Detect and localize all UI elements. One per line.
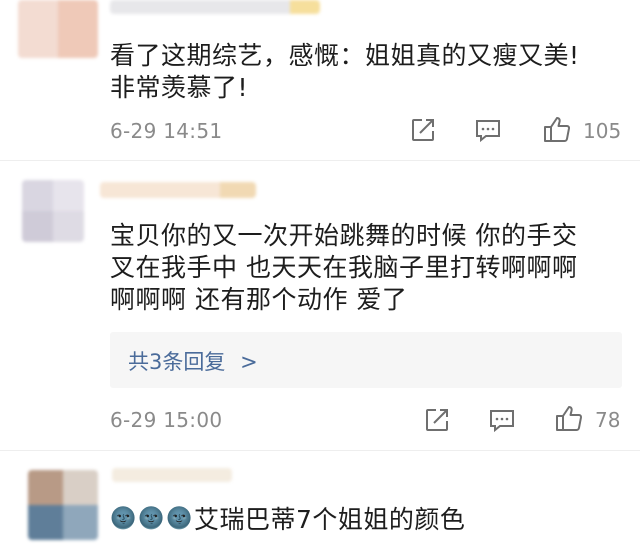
like-count: 78 — [595, 408, 621, 432]
like-count: 105 — [583, 119, 622, 143]
comment-timestamp: 6-29 14:51 — [110, 119, 223, 143]
comment-icon[interactable] — [488, 408, 516, 438]
comment-text-line: 非常羡慕了! — [110, 73, 249, 102]
comment-text: 看了这期综艺，感慨：姐姐真的又瘦又美! 非常羡慕了! — [110, 40, 616, 104]
avatar[interactable] — [22, 180, 84, 242]
thumbs-up-icon[interactable] — [554, 403, 584, 437]
replies-label: 共3条回复 — [128, 350, 226, 374]
avatar[interactable] — [18, 0, 98, 58]
username[interactable] — [110, 0, 320, 14]
emoji-row: 🌚 🌚 🌚 — [110, 506, 192, 531]
share-icon[interactable] — [410, 117, 436, 147]
replies-box[interactable]: 共3条回复 > — [110, 332, 622, 388]
comment-icon[interactable] — [474, 118, 502, 148]
username[interactable] — [100, 182, 256, 198]
emoji-icon: 🌚 — [166, 506, 193, 530]
emoji-icon: 🌚 — [110, 506, 137, 530]
comment-text: 宝贝你的又一次开始跳舞的时候 你的手交 叉在我手中 也天天在我脑子里打转啊啊啊 … — [110, 220, 616, 316]
chevron-right-icon: > — [240, 350, 258, 374]
avatar[interactable] — [28, 470, 98, 540]
view-replies-link[interactable]: 共3条回复 > — [128, 346, 258, 376]
comment-text-line: 看了这期综艺，感慨：姐姐真的又瘦又美! — [110, 41, 580, 70]
comment-text-line: 宝贝你的又一次开始跳舞的时候 你的手交 — [110, 221, 578, 250]
comment-text-line: 叉在我手中 也天天在我脑子里打转啊啊啊 — [110, 253, 578, 282]
comment-text-line: 啊啊啊 还有那个动作 爱了 — [110, 285, 408, 314]
divider — [0, 450, 640, 451]
comment-timestamp: 6-29 15:00 — [110, 408, 223, 432]
share-icon[interactable] — [424, 407, 450, 437]
divider — [0, 160, 640, 161]
emoji-icon: 🌚 — [138, 506, 165, 530]
username[interactable] — [112, 468, 232, 482]
comment-text: 艾瑞巴蒂7个姐姐的颜色 — [194, 505, 466, 534]
thumbs-up-icon[interactable] — [542, 114, 572, 148]
